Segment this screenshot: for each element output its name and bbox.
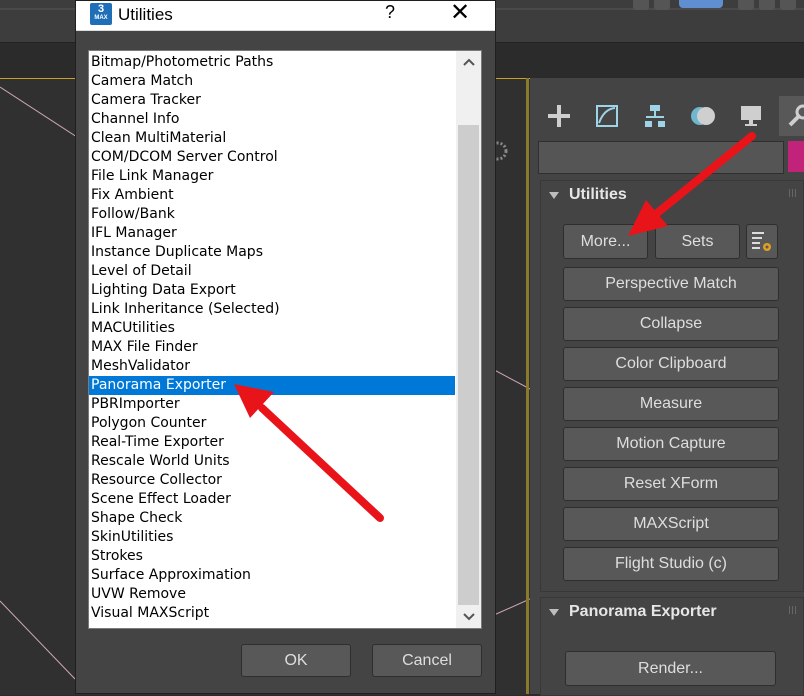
viewport-border bbox=[526, 78, 529, 694]
list-item[interactable]: Clean MultiMaterial bbox=[89, 129, 455, 148]
hierarchy-tab[interactable] bbox=[635, 96, 675, 136]
utility-button-motion-capture[interactable]: Motion Capture bbox=[563, 427, 779, 461]
list-item[interactable]: File Link Manager bbox=[89, 167, 455, 186]
list-item[interactable]: Camera Tracker bbox=[89, 91, 455, 110]
list-item[interactable]: Camera Match bbox=[89, 72, 455, 91]
list-item[interactable]: IFL Manager bbox=[89, 224, 455, 243]
hierarchy-icon bbox=[645, 105, 665, 127]
rollout-title[interactable]: Utilities bbox=[569, 186, 627, 204]
list-item[interactable]: Resource Collector bbox=[89, 471, 455, 490]
configure-list-icon bbox=[752, 232, 771, 251]
chevron-down-icon bbox=[462, 613, 475, 621]
list-item[interactable]: Visual MAXScript bbox=[89, 604, 455, 623]
3dsmax-app-icon: 3 MAX bbox=[90, 3, 112, 25]
list-item[interactable]: MACUtilities bbox=[89, 319, 455, 338]
scroll-down-button[interactable] bbox=[456, 606, 481, 628]
list-item[interactable]: Scene Effect Loader bbox=[89, 490, 455, 509]
list-item[interactable]: Shape Check bbox=[89, 509, 455, 528]
list-item[interactable]: Lighting Data Export bbox=[89, 281, 455, 300]
list-item[interactable]: Channel Info bbox=[89, 110, 455, 129]
object-color-swatch[interactable] bbox=[788, 141, 804, 172]
utilities-list[interactable]: Bitmap/Photometric Paths Camera Match Came… bbox=[88, 50, 482, 629]
close-button[interactable]: ✕ bbox=[447, 1, 473, 27]
list-item[interactable]: SkinUtilities bbox=[89, 528, 455, 547]
utility-button-maxscript[interactable]: MAXScript bbox=[563, 507, 779, 541]
list-item[interactable]: Bitmap/Photometric Paths bbox=[89, 53, 455, 72]
toolbar-button[interactable] bbox=[759, 0, 775, 10]
collapse-triangle-icon[interactable] bbox=[549, 609, 559, 616]
sets-button[interactable]: Sets bbox=[655, 224, 740, 259]
display-icon bbox=[741, 106, 761, 126]
render-button[interactable]: Render... bbox=[565, 651, 776, 686]
list-item[interactable]: Real-Time Exporter bbox=[89, 433, 455, 452]
utility-button-collapse[interactable]: Collapse bbox=[563, 307, 779, 341]
toolbar-button[interactable] bbox=[780, 0, 796, 10]
list-scrollbar[interactable] bbox=[456, 51, 481, 628]
dialog-title: Utilities bbox=[118, 5, 173, 24]
list-item[interactable]: Surface Approximation bbox=[89, 566, 455, 585]
more-button[interactable]: More... bbox=[563, 224, 648, 259]
utilities-tab[interactable] bbox=[779, 96, 804, 136]
utility-button-color-clipboard[interactable]: Color Clipboard bbox=[563, 347, 779, 381]
toolbar-button[interactable] bbox=[654, 0, 670, 10]
list-item[interactable]: UVW Remove bbox=[89, 585, 455, 604]
list-item[interactable]: PBRImporter bbox=[89, 395, 455, 414]
list-item[interactable]: COM/DCOM Server Control bbox=[89, 148, 455, 167]
collapse-triangle-icon[interactable] bbox=[549, 192, 559, 199]
chevron-up-icon bbox=[462, 58, 475, 66]
list-item[interactable]: Level of Detail bbox=[89, 262, 455, 281]
list-item[interactable]: MAX File Finder bbox=[89, 338, 455, 357]
list-item[interactable]: Fix Ambient bbox=[89, 186, 455, 205]
toolbar-button[interactable] bbox=[738, 0, 754, 10]
motion-tab[interactable] bbox=[683, 96, 723, 136]
utility-button-reset-xform[interactable]: Reset XForm bbox=[563, 467, 779, 501]
ok-button[interactable]: OK bbox=[241, 644, 351, 677]
configure-sets-button[interactable] bbox=[746, 224, 778, 259]
list-item[interactable]: Panorama Exporter bbox=[89, 376, 455, 395]
help-button[interactable]: ? bbox=[382, 2, 398, 26]
toggle-switch[interactable] bbox=[679, 0, 723, 8]
motion-icon bbox=[691, 107, 715, 125]
scroll-up-button[interactable] bbox=[456, 51, 481, 73]
create-tab[interactable] bbox=[539, 96, 579, 136]
utility-button-flight-studio[interactable]: Flight Studio (c) bbox=[563, 547, 779, 581]
list-item[interactable]: Follow/Bank bbox=[89, 205, 455, 224]
utility-button-measure[interactable]: Measure bbox=[563, 387, 779, 421]
rollout-title[interactable]: Panorama Exporter bbox=[569, 603, 717, 621]
utilities-icon bbox=[788, 104, 804, 127]
utilities-dialog: 3 MAX Utilities ? ✕ Bitmap/Photometric Pa… bbox=[75, 0, 496, 694]
object-name-field[interactable] bbox=[538, 141, 784, 174]
display-tab[interactable] bbox=[731, 96, 771, 136]
modify-tab[interactable] bbox=[587, 96, 627, 136]
create-icon bbox=[548, 105, 570, 127]
dialog-titlebar[interactable]: 3 MAX Utilities ? ✕ bbox=[76, 1, 495, 31]
modify-icon bbox=[596, 105, 618, 127]
cancel-button[interactable]: Cancel bbox=[372, 644, 482, 677]
utility-button-perspective-match[interactable]: Perspective Match bbox=[563, 267, 779, 301]
list-item[interactable]: Strokes bbox=[89, 547, 455, 566]
scroll-thumb[interactable] bbox=[458, 125, 479, 605]
app-icon-label: MAX bbox=[94, 15, 108, 21]
grip-icon bbox=[789, 606, 797, 614]
list-item[interactable]: Rescale World Units bbox=[89, 452, 455, 471]
grip-icon bbox=[789, 189, 797, 197]
list-item[interactable]: Link Inheritance (Selected) bbox=[89, 300, 455, 319]
toolbar-button[interactable] bbox=[633, 0, 649, 10]
list-item[interactable]: Instance Duplicate Maps bbox=[89, 243, 455, 262]
list-item[interactable]: MeshValidator bbox=[89, 357, 455, 376]
list-item[interactable]: Polygon Counter bbox=[89, 414, 455, 433]
